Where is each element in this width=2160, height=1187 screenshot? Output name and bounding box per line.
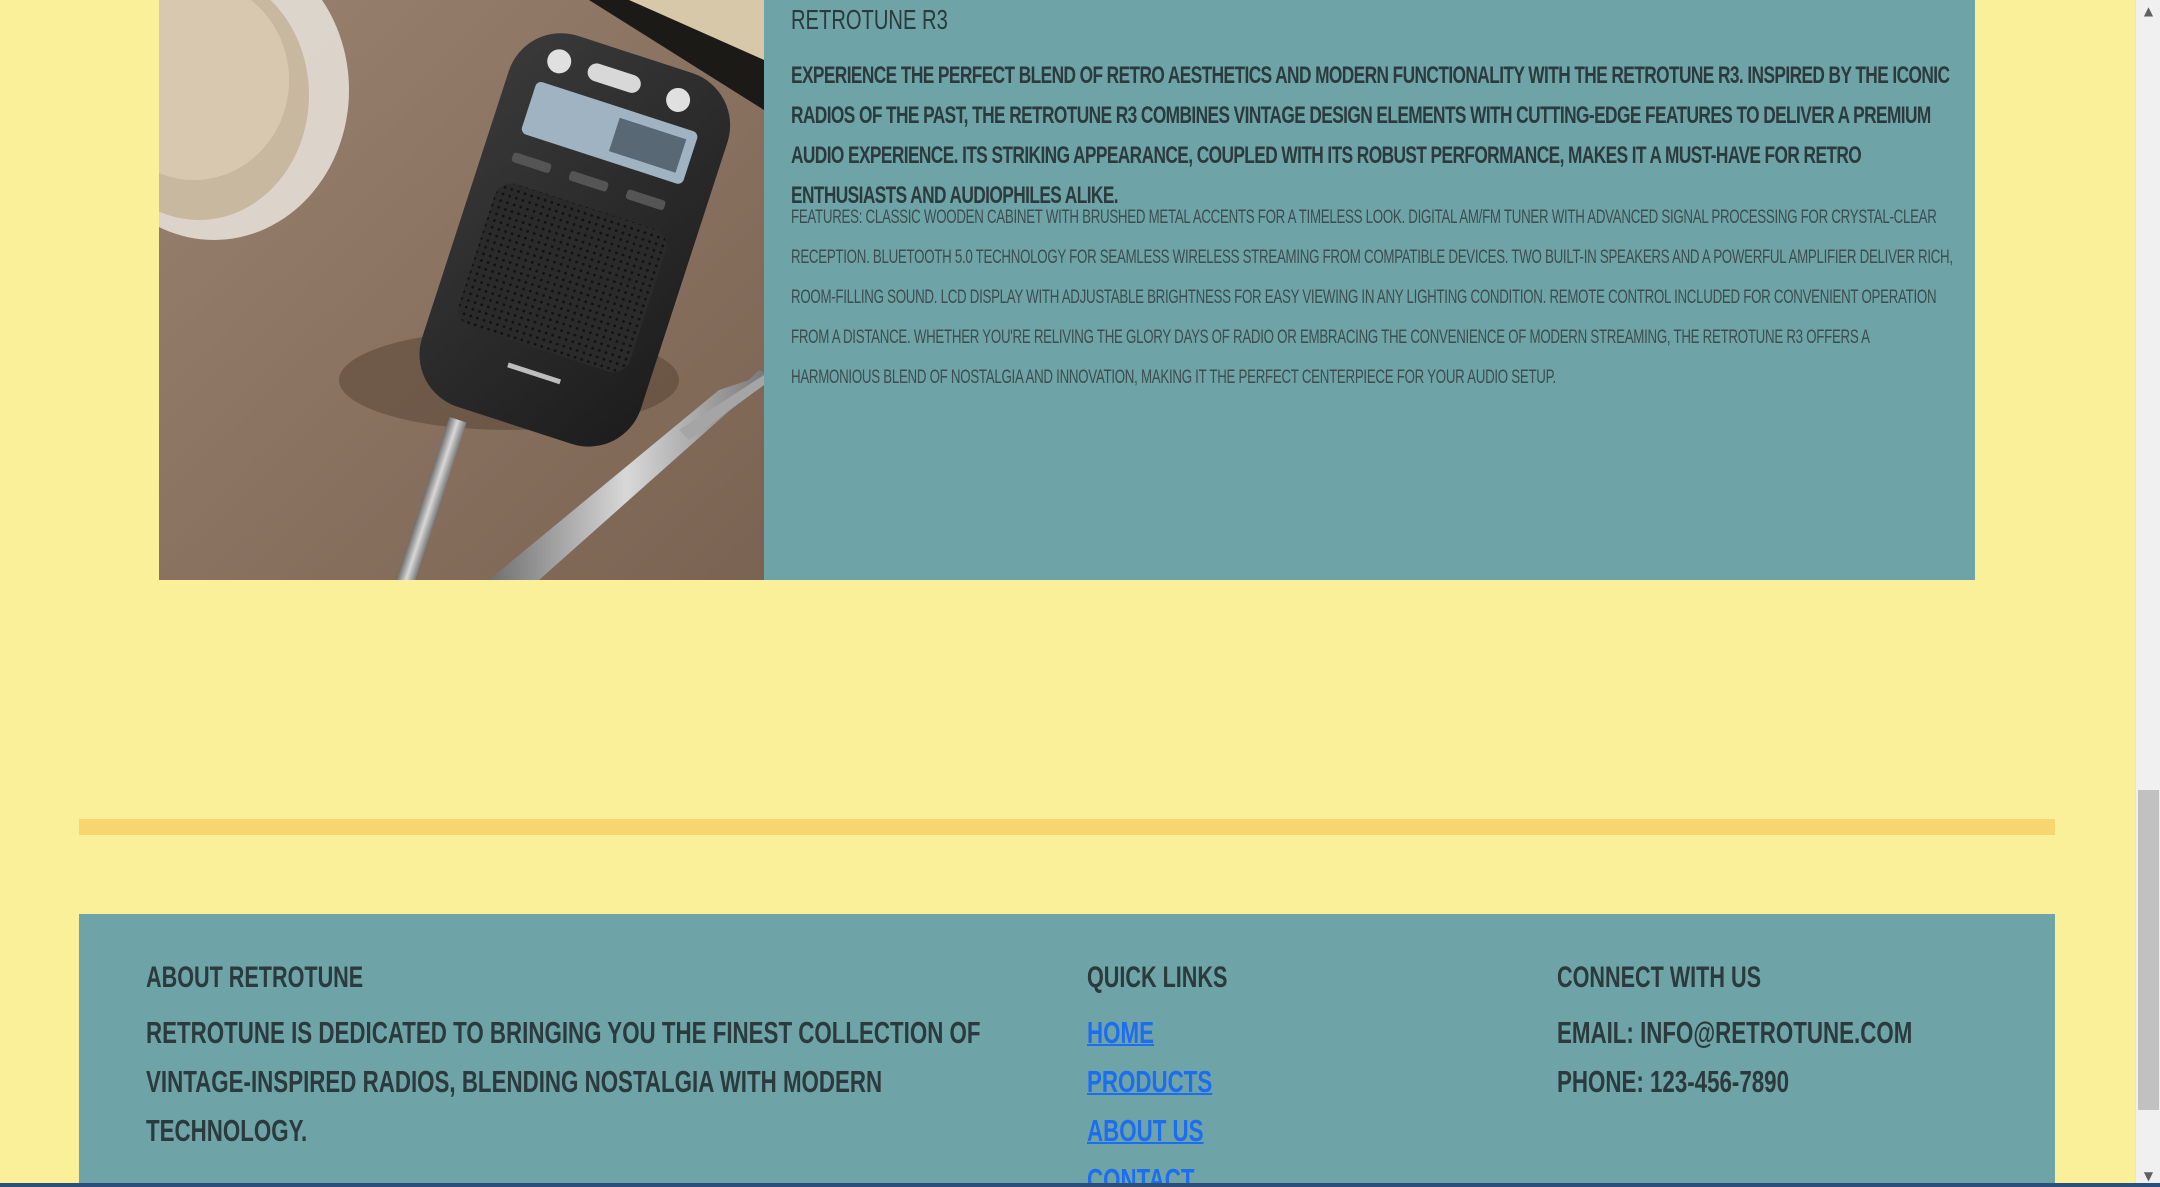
page: RetroTune R3 Experience the perfect blen… [0, 0, 2135, 1183]
product-image [159, 0, 764, 580]
product-title: RetroTune R3 [791, 4, 948, 35]
product-card: RetroTune R3 Experience the perfect blen… [159, 0, 1975, 580]
vertical-scrollbar[interactable]: ▲ ▼ [2135, 0, 2160, 1187]
contact-list: Email: info@retrotune.com Phone: 123-456… [1557, 1008, 2037, 1106]
footer-about-text: RetroTune is dedicated to bringing you t… [146, 1015, 981, 1148]
link-home[interactable]: Home [1087, 1008, 1154, 1057]
contact-email: Email: info@retrotune.com [1557, 1015, 1913, 1050]
link-products[interactable]: Products [1087, 1057, 1212, 1106]
product-intro: Experience the perfect blend of retro ae… [791, 62, 1950, 209]
product-features: Features: Classic wooden cabinet with br… [791, 207, 1953, 388]
quick-link-item: Home [1087, 1008, 1487, 1057]
footer-connect: Connect With Us Email: info@retrotune.co… [1557, 956, 2037, 1106]
quick-links-list: Home Products About Us Contact [1087, 1008, 1487, 1183]
up-arrow-icon[interactable]: ▲ [2136, 0, 2160, 22]
footer-about-heading: About RetroTune [146, 961, 364, 994]
footer-connect-heading: Connect With Us [1557, 961, 1761, 994]
footer: About RetroTune RetroTune is dedicated t… [79, 914, 2055, 1183]
quick-link-item: About Us [1087, 1106, 1487, 1155]
scrollbar-thumb[interactable] [2138, 790, 2159, 1110]
quick-link-item: Products [1087, 1057, 1487, 1106]
link-about-us[interactable]: About Us [1087, 1106, 1204, 1155]
product-description: RetroTune R3 Experience the perfect blen… [791, 0, 1953, 398]
footer-quick-links: Quick Links Home Products About Us Conta… [1087, 956, 1487, 1183]
radio-product-photo [159, 0, 764, 580]
footer-about: About RetroTune RetroTune is dedicated t… [146, 956, 1046, 1155]
window-bottom-edge [0, 1183, 2160, 1187]
link-contact[interactable]: Contact [1087, 1155, 1194, 1183]
footer-quick-links-heading: Quick Links [1087, 961, 1228, 994]
quick-link-item: Contact [1087, 1155, 1487, 1183]
contact-phone: Phone: 123-456-7890 [1557, 1064, 1790, 1099]
section-divider [79, 819, 2055, 835]
